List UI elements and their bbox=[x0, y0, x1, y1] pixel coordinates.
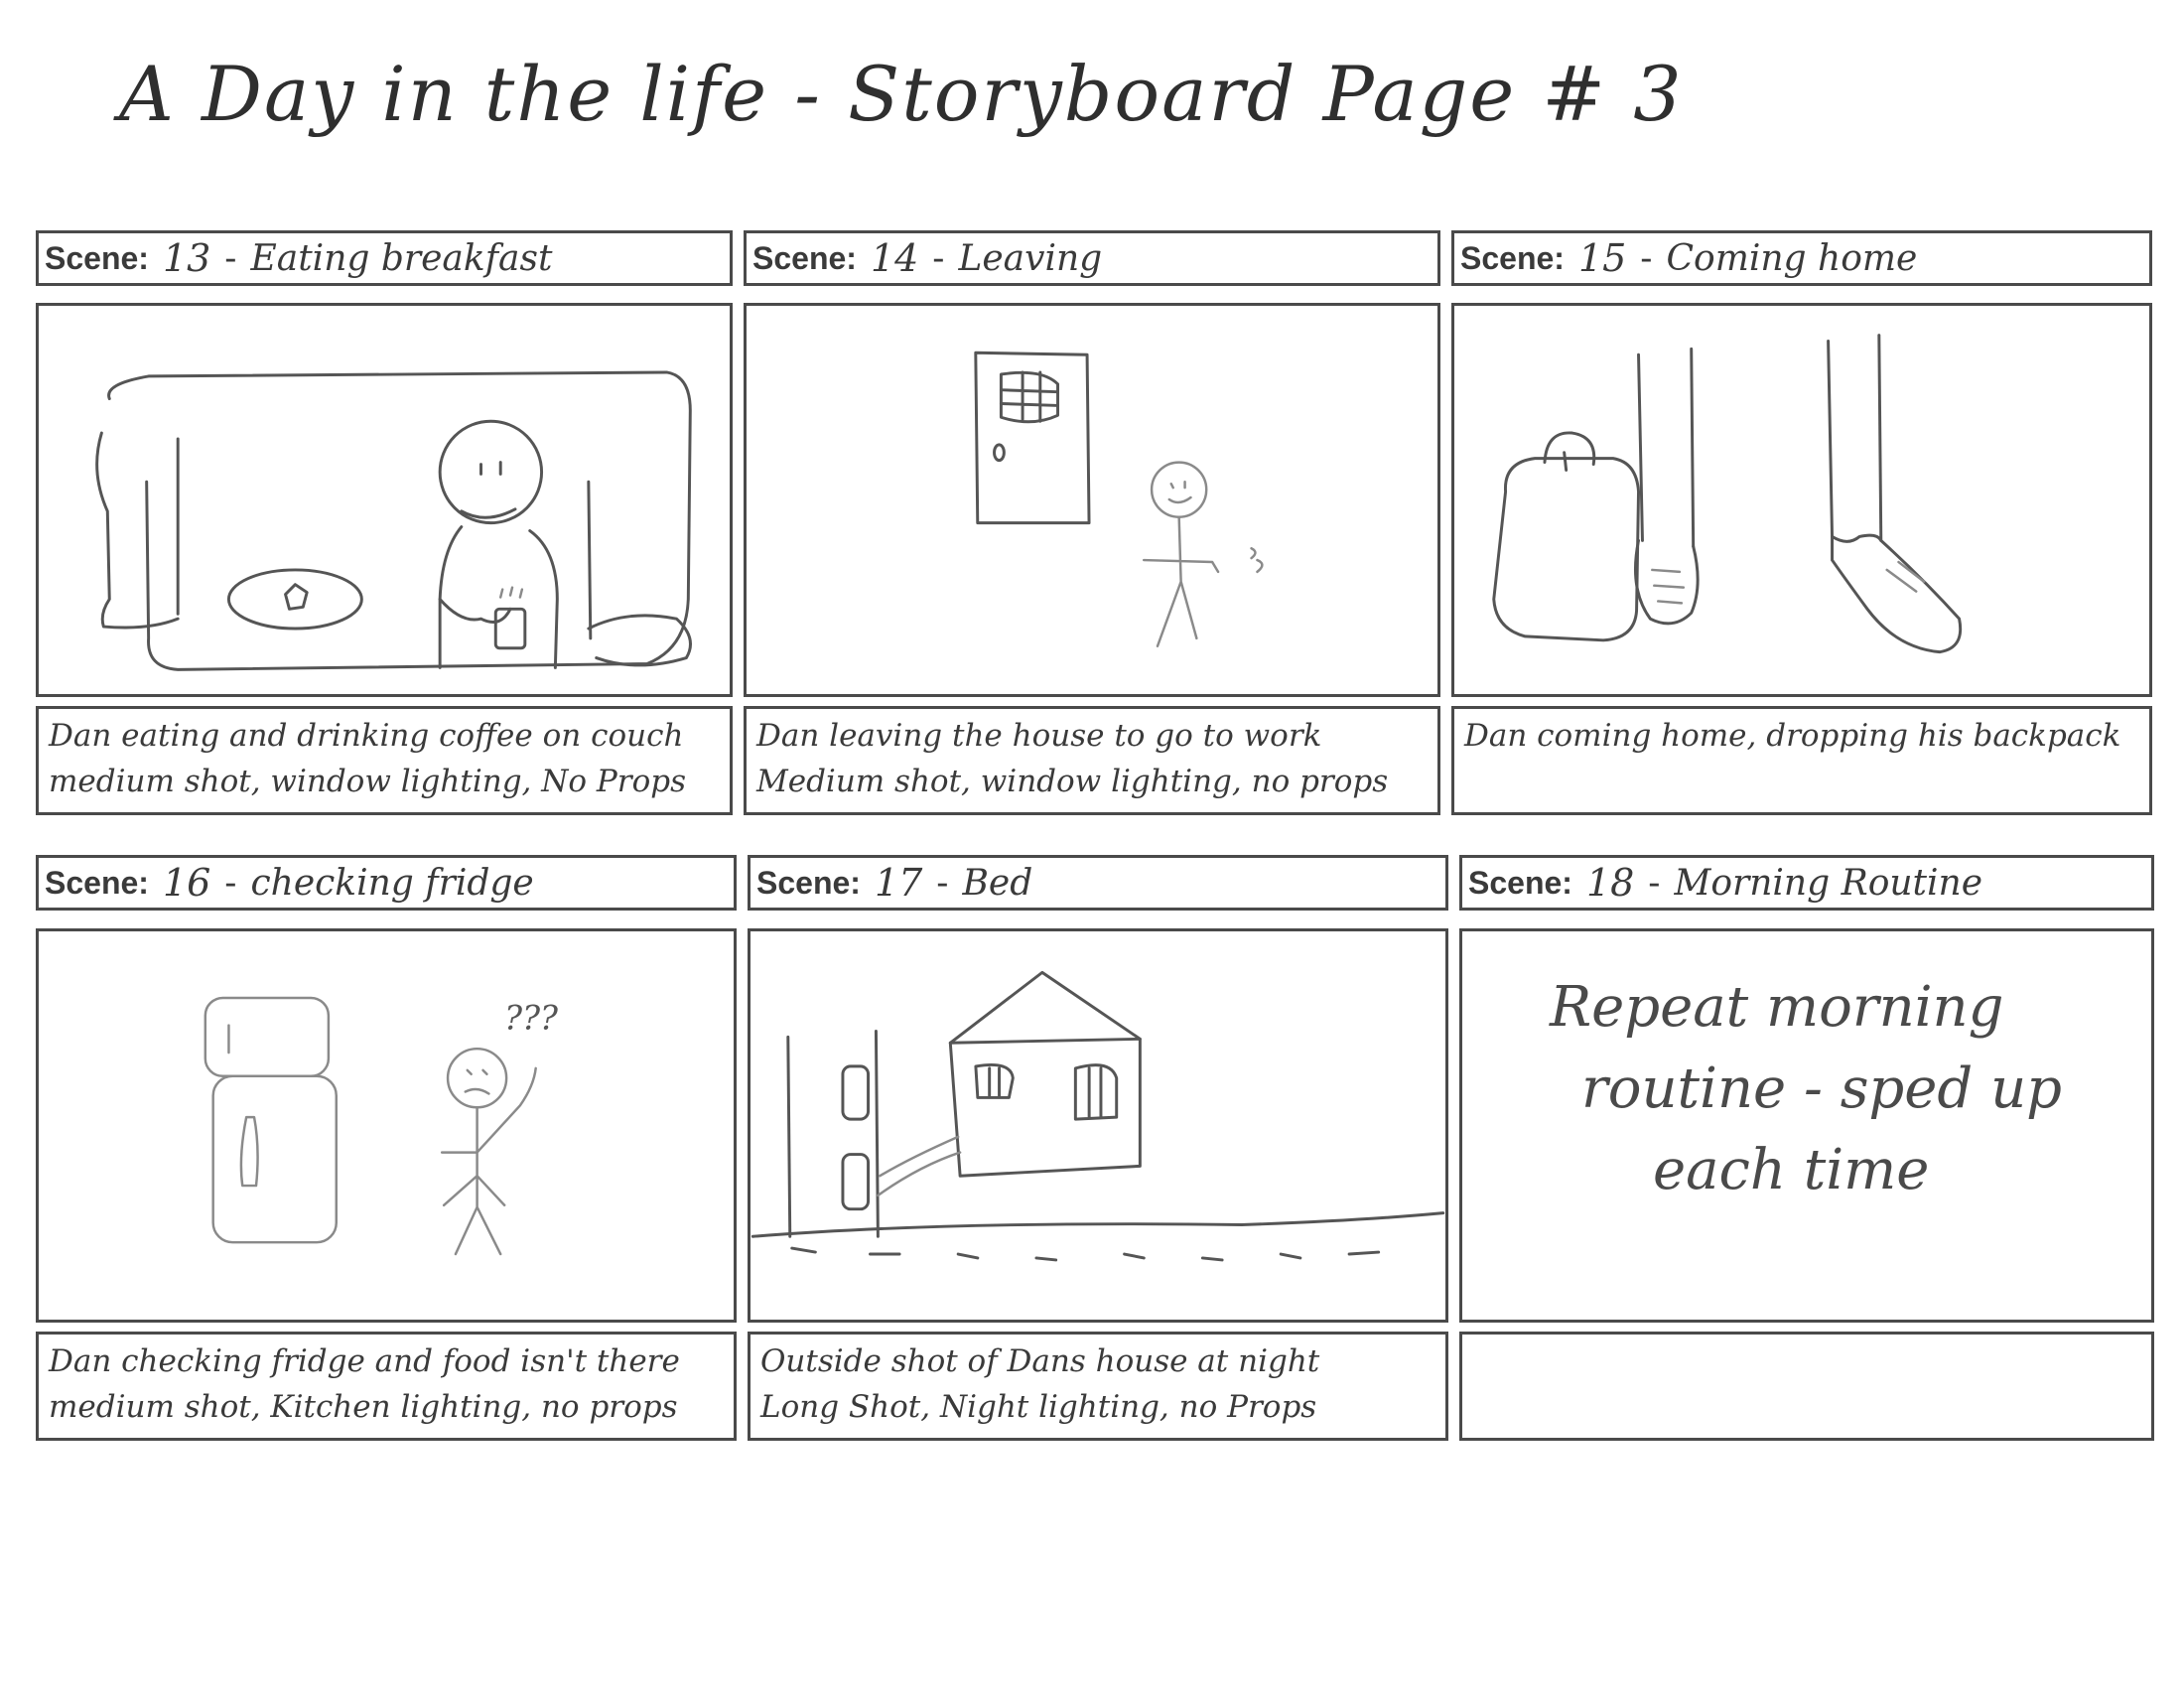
scene-title-17: Scene: 17 - Bed bbox=[748, 855, 1448, 911]
scene-number: 18 bbox=[1585, 861, 1635, 905]
scene-title-15: Scene: 15 - Coming home bbox=[1451, 230, 2152, 286]
scene-separator: - bbox=[936, 862, 949, 904]
caption-box-14: Dan leaving the house to go to work Medi… bbox=[744, 706, 1440, 815]
sketch-frame-14 bbox=[744, 303, 1440, 697]
scene-separator: - bbox=[224, 862, 237, 904]
couch-icon bbox=[95, 370, 692, 671]
caption-line: medium shot, Kitchen lighting, no props bbox=[49, 1389, 678, 1425]
scene-label: Scene: bbox=[1460, 239, 1565, 276]
backpack-icon bbox=[1492, 334, 1963, 654]
door-icon bbox=[974, 351, 1264, 647]
caption-box-16: Dan checking fridge and food isn't there… bbox=[36, 1332, 737, 1441]
caption-box-17: Outside shot of Dans house at night Long… bbox=[748, 1332, 1448, 1441]
scene-title-16: Scene: 16 - checking fridge bbox=[36, 855, 737, 911]
caption-box-13: Dan eating and drinking coffee on couch … bbox=[36, 706, 733, 815]
caption-line: Medium shot, window lighting, no props bbox=[756, 764, 1389, 799]
scene-label: Scene: bbox=[756, 864, 861, 901]
text-note-frame-18: Repeat morning routine - sped up each ti… bbox=[1459, 928, 2154, 1323]
note-line: routine - sped up bbox=[1581, 1056, 2062, 1121]
note-line: Repeat morning bbox=[1550, 975, 2004, 1040]
scene-title-14: Scene: 14 - Leaving bbox=[744, 230, 1440, 286]
page-title: A Day in the life - Storyboard Page # 3 bbox=[119, 50, 1684, 138]
scene-number: 13 bbox=[162, 236, 211, 280]
note-line: each time bbox=[1653, 1138, 1930, 1202]
scene-separator: - bbox=[1640, 237, 1653, 279]
scene-name: checking fridge bbox=[250, 862, 534, 904]
scene-label: Scene: bbox=[45, 239, 149, 276]
caption-line: medium shot, window lighting, No Props bbox=[49, 764, 686, 799]
sketch-frame-16: ??? bbox=[36, 928, 737, 1323]
caption-line: Dan eating and drinking coffee on couch bbox=[49, 718, 684, 754]
caption-box-18 bbox=[1459, 1332, 2154, 1441]
caption-line: Long Shot, Night lighting, no Props bbox=[760, 1389, 1317, 1425]
scene-label: Scene: bbox=[752, 239, 857, 276]
caption-line: Outside shot of Dans house at night bbox=[760, 1343, 1320, 1379]
scene-name: Morning Routine bbox=[1674, 862, 1983, 904]
scene-label: Scene: bbox=[45, 864, 149, 901]
scene-number: 14 bbox=[870, 236, 919, 280]
caption-box-15: Dan coming home, dropping his backpack bbox=[1451, 706, 2152, 815]
scene-label: Scene: bbox=[1468, 864, 1572, 901]
caption-line: Dan coming home, dropping his backpack bbox=[1464, 718, 2121, 754]
scene-separator: - bbox=[932, 237, 945, 279]
caption-line: Dan leaving the house to go to work bbox=[756, 718, 1322, 754]
scene-title-13: Scene: 13 - Eating breakfast bbox=[36, 230, 733, 286]
sketch-frame-13 bbox=[36, 303, 733, 697]
scene-title-18: Scene: 18 - Morning Routine bbox=[1459, 855, 2154, 911]
scene-number: 15 bbox=[1577, 236, 1627, 280]
scene-number: 17 bbox=[874, 861, 923, 905]
caption-line: Dan checking fridge and food isn't there bbox=[49, 1343, 680, 1379]
scene-name: Bed bbox=[962, 862, 1033, 904]
scene-number: 16 bbox=[162, 861, 211, 905]
scene-name: Leaving bbox=[958, 237, 1103, 279]
scene-separator: - bbox=[1648, 862, 1661, 904]
scene-separator: - bbox=[224, 237, 237, 279]
sketch-frame-17 bbox=[748, 928, 1448, 1323]
house-icon bbox=[751, 970, 1445, 1262]
scene-name: Coming home bbox=[1666, 237, 1918, 279]
scene-name: Eating breakfast bbox=[250, 237, 553, 279]
sketch-frame-15 bbox=[1451, 303, 2152, 697]
fridge-icon: ??? bbox=[204, 996, 559, 1256]
question-marks: ??? bbox=[504, 998, 559, 1037]
